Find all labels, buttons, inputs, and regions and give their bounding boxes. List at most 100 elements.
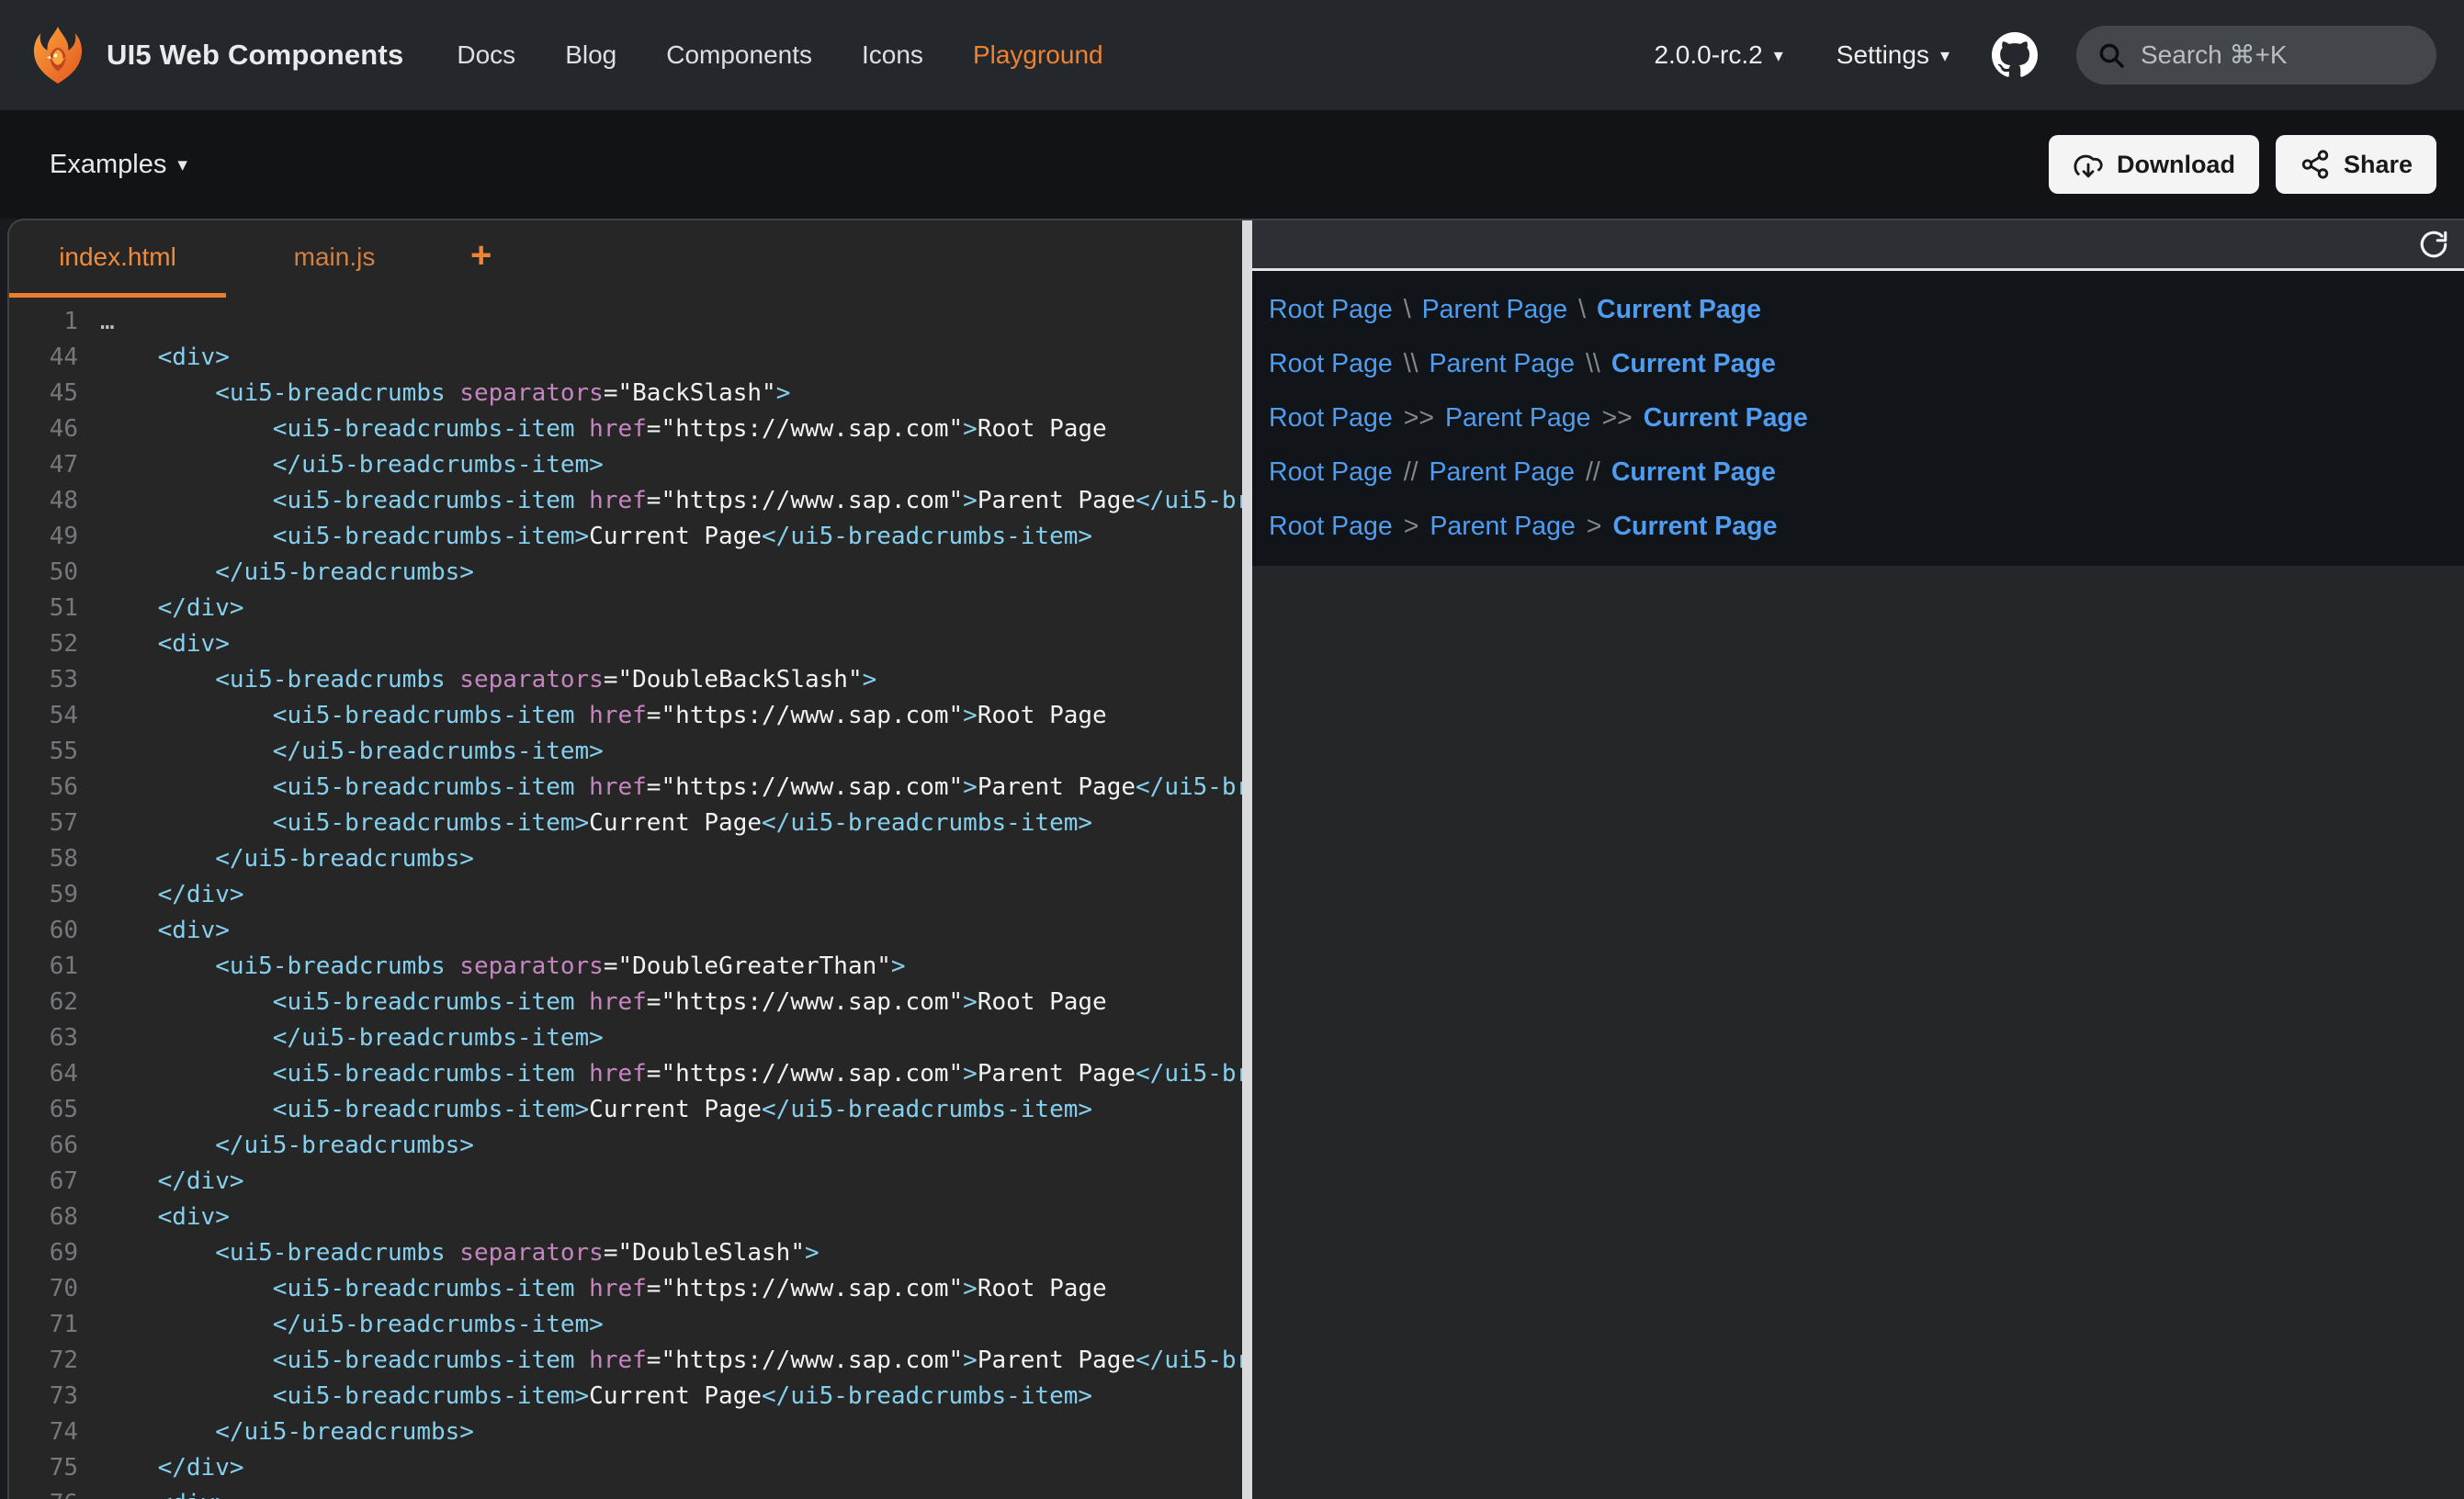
download-button[interactable]: Download [2049,135,2259,194]
refresh-icon [2418,229,2449,260]
breadcrumb-link[interactable]: Parent Page [1430,512,1575,542]
breadcrumb-link[interactable]: Parent Page [1422,295,1567,325]
line-number: 69 [9,1239,78,1267]
pane-resize-handle[interactable] [1242,220,1252,1499]
refresh-button[interactable] [2418,229,2449,260]
code-text: </div> [100,1167,244,1195]
code-text: … [100,308,115,335]
nav-link-icons[interactable]: Icons [862,40,923,70]
nav-link-docs[interactable]: Docs [457,40,515,70]
line-number: 44 [9,344,78,371]
examples-bar: Examples ▾ Download Share [0,110,2464,219]
breadcrumb-separator: // [1404,457,1418,488]
breadcrumb-link[interactable]: Root Page [1269,403,1393,434]
chevron-down-icon: ▾ [1940,44,1950,67]
examples-dropdown[interactable]: Examples ▾ [50,150,187,180]
nav-link-blog[interactable]: Blog [565,40,616,70]
line-number: 58 [9,845,78,873]
code-line: 55 </ui5-breadcrumbs-item> [9,733,1242,769]
breadcrumb-link[interactable]: Parent Page [1445,403,1590,434]
code-editor: index.htmlmain.js+ 1…44<div>45<ui5-bread… [9,220,1242,1499]
line-number: 50 [9,558,78,586]
breadcrumb-link[interactable]: Root Page [1269,295,1393,325]
code-line: 73<ui5-breadcrumbs-item>Current Page</ui… [9,1378,1242,1414]
code-line: 52 <div> [9,626,1242,661]
line-number: 56 [9,773,78,801]
code-text: <div> [100,917,230,944]
search-input[interactable] [2141,40,2407,70]
code-line: 56 <ui5-breadcrumbs-item href="https://ww… [9,769,1242,805]
code-text: <ui5-breadcrumbs-item>Current Page</ui5-… [100,523,1092,550]
code-line: 47 </ui5-breadcrumbs-item> [9,446,1242,482]
breadcrumb-link[interactable]: Parent Page [1430,457,1575,488]
breadcrumb-separator: \\ [1586,349,1600,379]
preview-toolbar [1252,220,2464,271]
breadcrumb-link[interactable]: Root Page [1269,512,1393,542]
tab-index.html[interactable]: index.html [9,220,226,298]
code-line: 44<div> [9,339,1242,375]
nav-link-components[interactable]: Components [666,40,812,70]
code-line: 71</ui5-breadcrumbs-item> [9,1306,1242,1342]
editor-tabs: index.htmlmain.js+ [9,220,1242,298]
add-tab-button[interactable]: + [443,220,519,298]
breadcrumb-separator: // [1586,457,1600,488]
line-number: 67 [9,1167,78,1195]
breadcrumb-link[interactable]: Root Page [1269,349,1393,379]
line-number: 47 [9,451,78,479]
breadcrumb-separator: \ [1404,295,1411,325]
line-number: 71 [9,1311,78,1338]
code-line: 65<ui5-breadcrumbs-item>Current Page</ui… [9,1091,1242,1127]
line-number: 74 [9,1418,78,1446]
line-number: 55 [9,738,78,765]
code-line: 72<ui5-breadcrumbs-item href="https://ww… [9,1342,1242,1378]
breadcrumb-link[interactable]: Root Page [1269,457,1393,488]
code-text: </ui5-breadcrumbs-item> [100,451,604,479]
code-line: 57<ui5-breadcrumbs-item>Current Page</ui… [9,805,1242,840]
breadcrumb-current: Current Page [1611,457,1776,488]
breadcrumb-current: Current Page [1597,295,1761,325]
code-line: 46<ui5-breadcrumbs-item href="https://ww… [9,411,1242,446]
code-text: <div> [100,630,230,658]
code-line: 1… [9,303,1242,339]
line-number: 1 [9,308,78,335]
code-text: <ui5-breadcrumbs-item href="https://www.… [100,1275,1107,1302]
line-number: 54 [9,702,78,729]
breadcrumb-current: Current Page [1644,403,1808,434]
line-number: 52 [9,630,78,658]
share-button[interactable]: Share [2276,135,2436,194]
code-text: <ui5-breadcrumbs separators="DoubleSlash… [100,1239,819,1267]
code-text: <ui5-breadcrumbs-item>Current Page</ui5-… [100,1382,1092,1410]
nav-link-playground[interactable]: Playground [973,40,1103,70]
code-line: 54<ui5-breadcrumbs-item href="https://ww… [9,697,1242,733]
settings-dropdown[interactable]: Settings ▾ [1837,40,1950,70]
code-text: <ui5-breadcrumbs-item href="https://www.… [100,773,1242,801]
code-text: </ui5-breadcrumbs> [100,1418,474,1446]
code-text: </ui5-breadcrumbs> [100,1132,474,1159]
code-text: </div> [100,594,244,622]
github-icon[interactable] [1992,32,2038,78]
breadcrumb: Root Page // Parent Page // Current Page [1269,457,2464,488]
breadcrumb-link[interactable]: Parent Page [1430,349,1575,379]
code-line: 60<div> [9,912,1242,948]
line-number: 64 [9,1060,78,1088]
line-number: 45 [9,379,78,407]
share-label: Share [2344,151,2413,179]
code-text: <ui5-breadcrumbs-item href="https://www.… [100,1347,1242,1374]
search-box[interactable] [2076,26,2436,85]
playground-panel: index.htmlmain.js+ 1…44<div>45<ui5-bread… [7,219,2464,1499]
code-line: 53<ui5-breadcrumbs separators="DoubleBac… [9,661,1242,697]
line-number: 51 [9,594,78,622]
preview-pane: Root Page\Parent Page\Current PageRoot P… [1252,220,2464,1499]
top-navbar: UI5 Web Components DocsBlogComponentsIco… [0,0,2464,110]
code-text: </ui5-breadcrumbs-item> [100,738,604,765]
code-text: </div> [100,881,244,908]
version-dropdown[interactable]: 2.0.0-rc.2 ▾ [1654,40,1782,70]
breadcrumb-separator: >> [1601,403,1632,434]
line-number: 57 [9,809,78,837]
code-text: <ui5-breadcrumbs separators="BackSlash"> [100,379,790,407]
code-area[interactable]: 1…44<div>45<ui5-breadcrumbs separators="… [9,298,1242,1499]
settings-label: Settings [1837,40,1929,70]
tab-main.js[interactable]: main.js [226,220,443,298]
code-text: <div> [100,1203,230,1231]
line-number: 49 [9,523,78,550]
